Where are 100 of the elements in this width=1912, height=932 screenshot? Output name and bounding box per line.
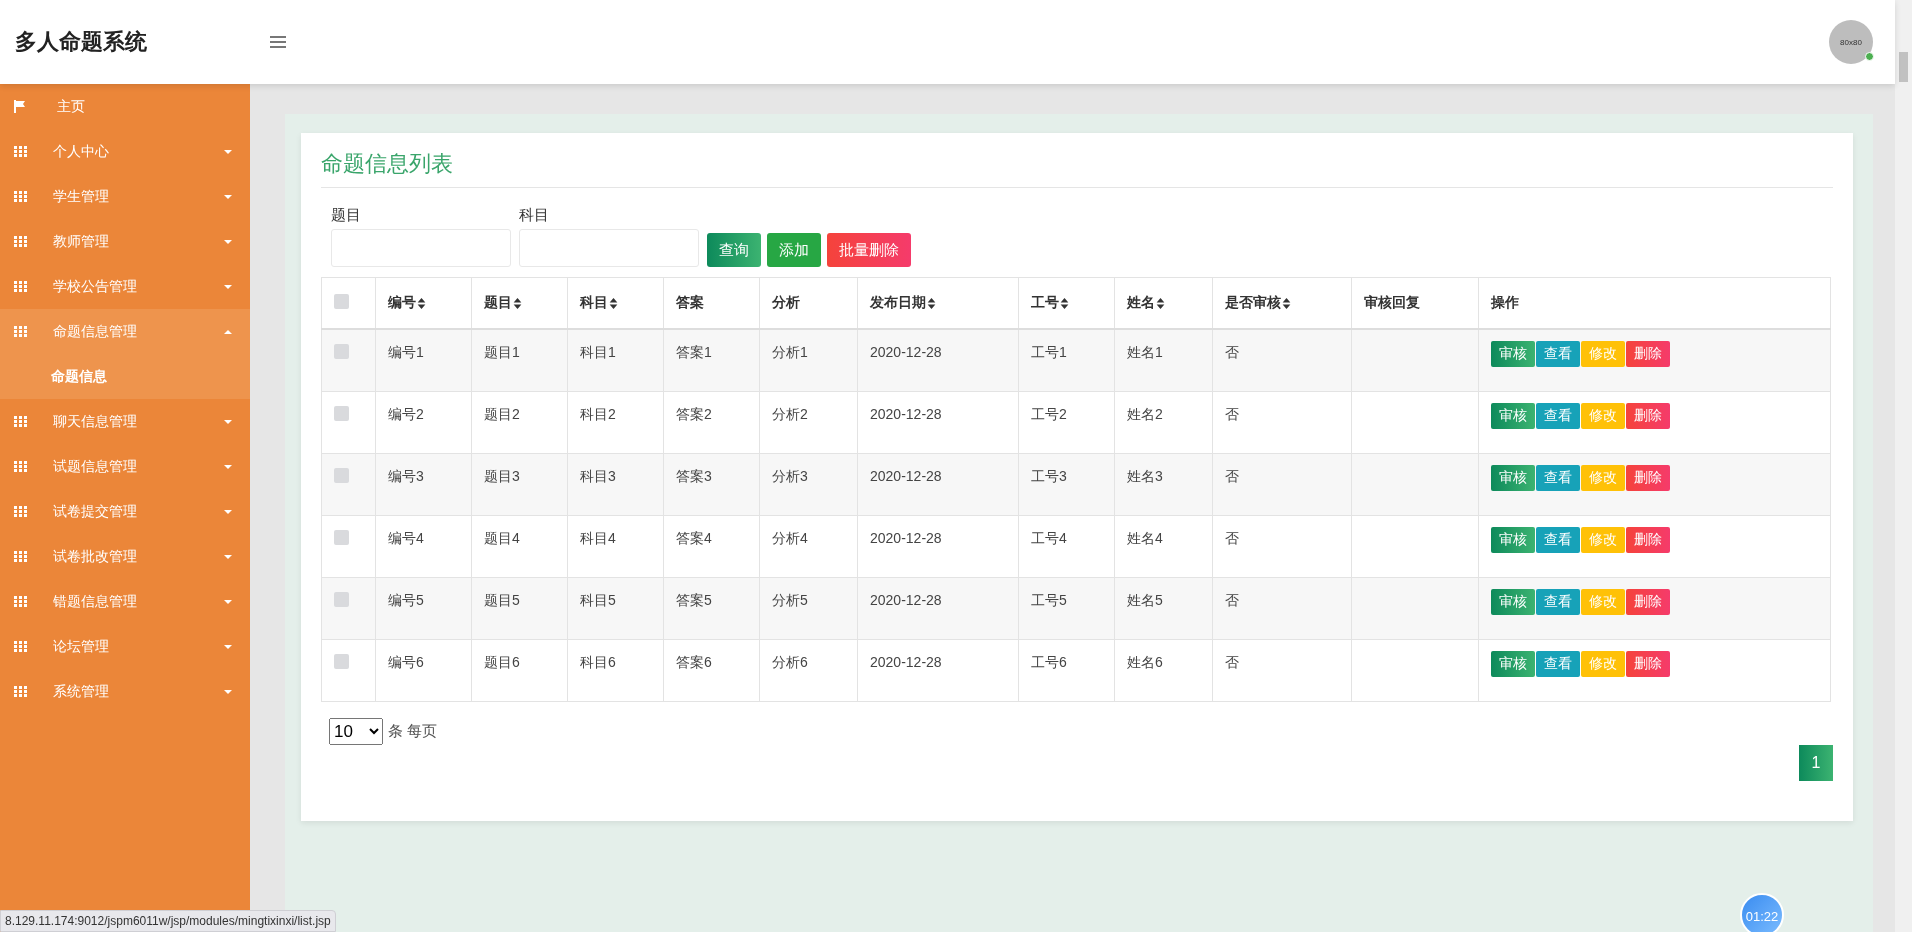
table-cell: 2020-12-28 (870, 592, 942, 608)
grid-icon (14, 281, 27, 292)
edit-button[interactable]: 修改 (1581, 403, 1625, 429)
table-cell: 2020-12-28 (870, 468, 942, 484)
view-button[interactable]: 查看 (1536, 651, 1580, 677)
table-cell: 分析5 (772, 592, 808, 608)
review-button[interactable]: 审核 (1491, 651, 1535, 677)
avatar[interactable]: 80x80 (1829, 20, 1873, 64)
sidebar-item[interactable]: 试卷批改管理 (0, 534, 250, 579)
menu-icon[interactable] (270, 36, 286, 48)
edit-button[interactable]: 修改 (1581, 527, 1625, 553)
add-button[interactable]: 添加 (767, 233, 821, 267)
column-header[interactable]: 是否审核 (1225, 294, 1291, 312)
review-button[interactable]: 审核 (1491, 527, 1535, 553)
review-button[interactable]: 审核 (1491, 403, 1535, 429)
sidebar-item[interactable]: 主页 (0, 84, 250, 129)
sidebar-item[interactable]: 命题信息管理 (0, 309, 250, 354)
page-size-select[interactable]: 10 (329, 718, 383, 745)
column-header: 审核回复 (1364, 294, 1420, 312)
page-button[interactable]: 1 (1799, 745, 1833, 781)
column-header[interactable]: 科目 (580, 294, 618, 312)
table-cell: 分析3 (772, 468, 808, 484)
sort-icon (1060, 297, 1069, 309)
table-cell: 否 (1225, 468, 1239, 484)
row-checkbox[interactable] (334, 406, 349, 421)
sidebar-item[interactable]: 聊天信息管理 (0, 399, 250, 444)
table-cell: 工号3 (1031, 468, 1067, 484)
delete-button[interactable]: 删除 (1626, 651, 1670, 677)
table-cell: 否 (1225, 530, 1239, 546)
field-label: 题目 (331, 206, 362, 225)
table-cell: 编号3 (388, 468, 424, 484)
delete-button[interactable]: 删除 (1626, 589, 1670, 615)
sort-icon (417, 297, 426, 309)
sidebar-item[interactable]: 个人中心 (0, 129, 250, 174)
grid-icon (14, 416, 27, 427)
delete-button[interactable]: 删除 (1626, 527, 1670, 553)
grid-icon (14, 551, 27, 562)
column-header[interactable]: 发布日期 (870, 294, 936, 312)
query-button[interactable]: 查询 (707, 233, 761, 267)
review-button[interactable]: 审核 (1491, 589, 1535, 615)
delete-button[interactable]: 删除 (1626, 403, 1670, 429)
table-cell: 姓名1 (1127, 344, 1163, 360)
online-dot (1865, 52, 1874, 61)
edit-button[interactable]: 修改 (1581, 341, 1625, 367)
table-cell: 编号1 (388, 344, 424, 360)
table-cell: 工号1 (1031, 344, 1067, 360)
table-cell: 姓名5 (1127, 592, 1163, 608)
column-header[interactable]: 工号 (1031, 294, 1069, 312)
edit-button[interactable]: 修改 (1581, 589, 1625, 615)
sidebar-item[interactable]: 系统管理 (0, 669, 250, 714)
scrollbar[interactable] (1895, 0, 1912, 932)
table-cell: 编号5 (388, 592, 424, 608)
table-cell: 题目2 (484, 406, 520, 422)
view-button[interactable]: 查看 (1536, 403, 1580, 429)
grid-icon (14, 461, 27, 472)
caret-icon (224, 419, 232, 424)
row-checkbox[interactable] (334, 654, 349, 669)
edit-button[interactable]: 修改 (1581, 651, 1625, 677)
sidebar-item[interactable]: 学生管理 (0, 174, 250, 219)
view-button[interactable]: 查看 (1536, 589, 1580, 615)
view-button[interactable]: 查看 (1536, 341, 1580, 367)
edit-button[interactable]: 修改 (1581, 465, 1625, 491)
table-cell: 工号4 (1031, 530, 1067, 546)
app-title: 多人命题系统 (14, 28, 148, 56)
delete-button[interactable]: 删除 (1626, 465, 1670, 491)
row-checkbox[interactable] (334, 468, 349, 483)
per-page-label: 条 每页 (388, 722, 438, 741)
table-cell: 答案6 (676, 654, 712, 670)
table-cell: 姓名6 (1127, 654, 1163, 670)
review-button[interactable]: 审核 (1491, 341, 1535, 367)
sidebar-item[interactable]: 错题信息管理 (0, 579, 250, 624)
view-button[interactable]: 查看 (1536, 465, 1580, 491)
column-header: 操作 (1491, 294, 1519, 312)
column-header[interactable]: 姓名 (1127, 294, 1165, 312)
row-checkbox[interactable] (334, 344, 349, 359)
sidebar-item[interactable]: 学校公告管理 (0, 264, 250, 309)
sidebar-subitem[interactable]: 命题信息 (0, 354, 250, 399)
delete-button[interactable]: 批量删除 (827, 233, 911, 267)
grid-icon (14, 596, 27, 607)
delete-button[interactable]: 删除 (1626, 341, 1670, 367)
sort-icon (513, 297, 522, 309)
select-all-checkbox[interactable] (334, 294, 349, 309)
table-cell: 答案5 (676, 592, 712, 608)
table-cell: 姓名4 (1127, 530, 1163, 546)
sidebar-item[interactable]: 论坛管理 (0, 624, 250, 669)
table-cell: 题目6 (484, 654, 520, 670)
table-cell: 否 (1225, 654, 1239, 670)
column-header[interactable]: 编号 (388, 294, 426, 312)
view-button[interactable]: 查看 (1536, 527, 1580, 553)
sidebar-item[interactable]: 教师管理 (0, 219, 250, 264)
sidebar-item[interactable]: 试卷提交管理 (0, 489, 250, 534)
flag-icon (14, 100, 25, 113)
row-checkbox[interactable] (334, 530, 349, 545)
column-header[interactable]: 题目 (484, 294, 522, 312)
caret-icon (224, 329, 232, 334)
caret-icon (224, 509, 232, 514)
sidebar-item[interactable]: 试题信息管理 (0, 444, 250, 489)
review-button[interactable]: 审核 (1491, 465, 1535, 491)
table-cell: 答案3 (676, 468, 712, 484)
row-checkbox[interactable] (334, 592, 349, 607)
